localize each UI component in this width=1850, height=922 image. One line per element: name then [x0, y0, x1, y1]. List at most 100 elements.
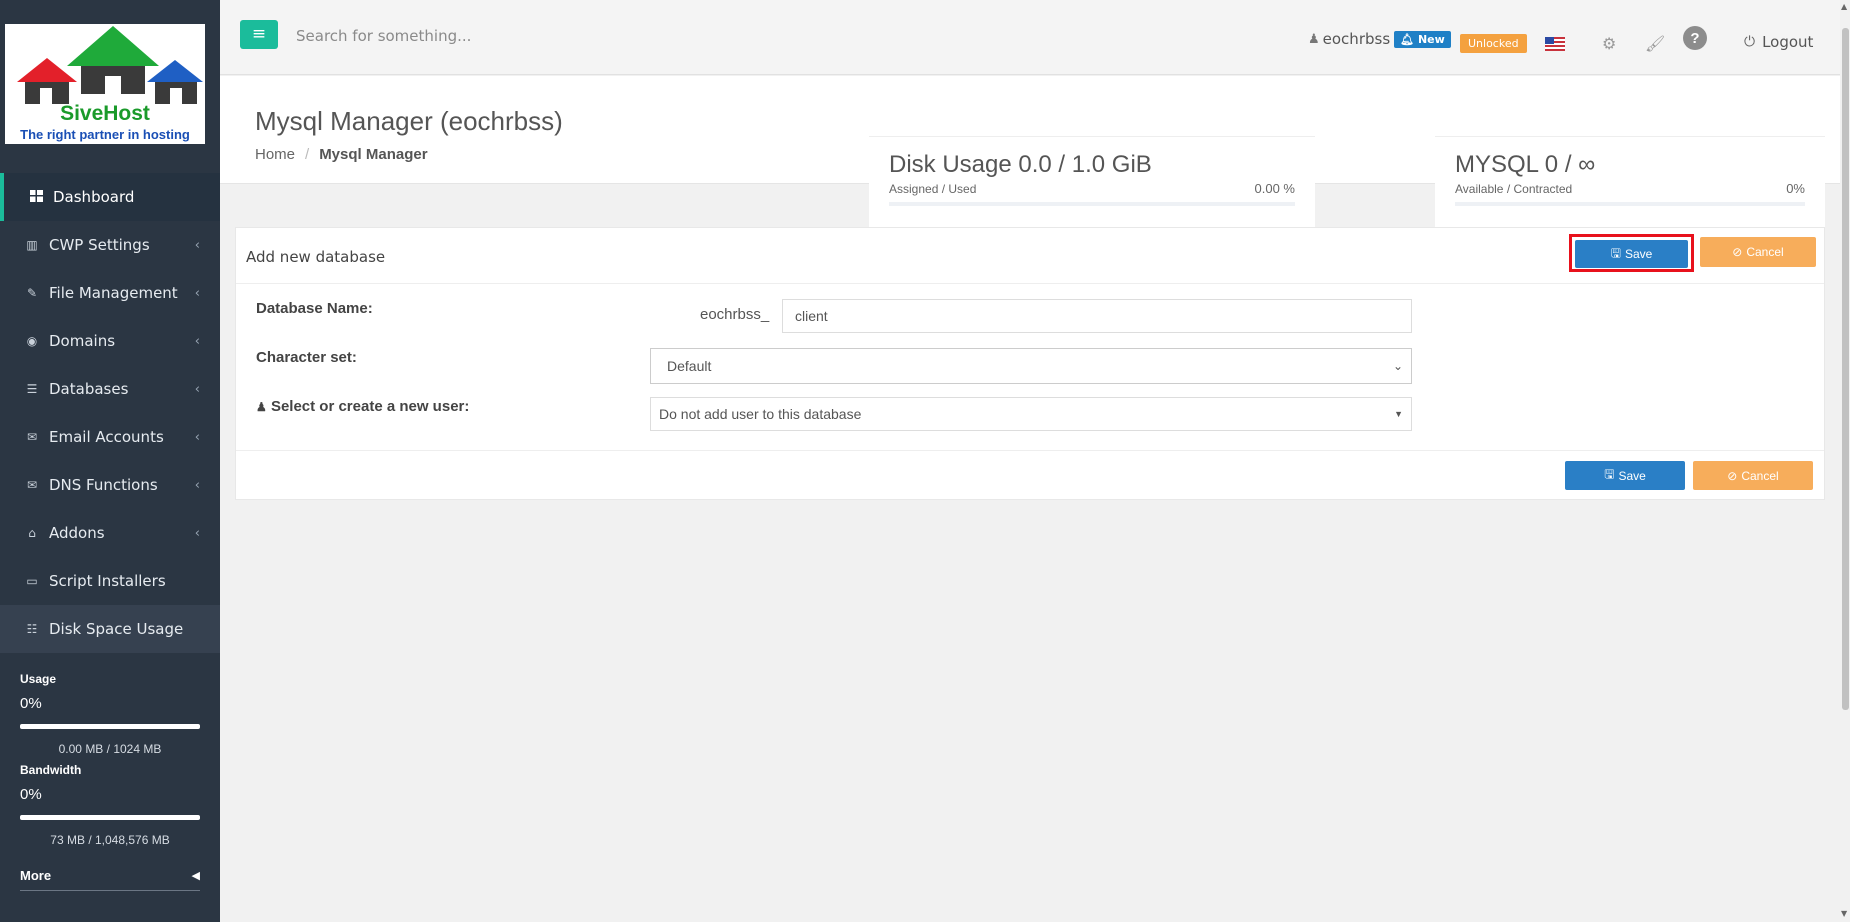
sidebar-item-disk-space-usage[interactable]: ☷ Disk Space Usage: [0, 605, 220, 653]
globe-icon: ◉: [26, 334, 38, 348]
user-select-value: Do not add user to this database: [659, 406, 862, 422]
logout-label: Logout: [1762, 33, 1814, 51]
cancel-button-bottom[interactable]: ⊘ Cancel: [1693, 461, 1813, 490]
edit-icon: ✎: [26, 286, 38, 300]
menu-toggle-button[interactable]: ≡: [240, 20, 278, 49]
panel-header: Add new database 🖫︎ Save ⊘ Cancel: [236, 228, 1824, 284]
bank-icon: ⌂: [28, 526, 36, 540]
logo[interactable]: SiveHost The right partner in hosting: [5, 24, 205, 144]
more-toggle[interactable]: More ◀: [20, 861, 200, 891]
sidebar-item-label: DNS Functions: [49, 476, 158, 494]
us-flag-icon: [1545, 37, 1565, 51]
drive-icon: ☷: [26, 622, 38, 636]
breadcrumb-current: Mysql Manager: [319, 146, 428, 163]
chevron-left-icon: ‹: [194, 525, 200, 541]
settings-button[interactable]: ⚙: [1602, 34, 1616, 53]
unlocked-badge-wrap[interactable]: Unlocked: [1460, 34, 1527, 53]
db-name-label: Database Name:: [256, 300, 373, 317]
db-name-prefix: eochrbss_: [700, 306, 770, 323]
panel-footer: 🖫︎ Save ⊘ Cancel: [236, 450, 1824, 500]
panel-title: Add new database: [246, 248, 386, 266]
sidebar-item-dashboard[interactable]: Dashboard: [0, 173, 220, 221]
breadcrumb: Home / Mysql Manager: [255, 146, 428, 163]
ban-icon: ⊘: [1732, 245, 1743, 259]
sidebar-item-label: File Management: [49, 284, 178, 302]
sidebar-item-label: Databases: [49, 380, 129, 398]
sidebar: SiveHost The right partner in hosting Da…: [0, 0, 220, 922]
help-button[interactable]: ?: [1683, 26, 1707, 50]
floppy-icon: 🖫︎: [1604, 467, 1615, 481]
disk-usage-bar: [889, 202, 1295, 206]
charset-select[interactable]: Default ⌄: [650, 348, 1412, 384]
sidebar-item-label: CWP Settings: [49, 236, 150, 254]
sidebar-item-dns-functions[interactable]: ✉ DNS Functions ‹: [0, 461, 220, 509]
user-menu[interactable]: ♟ eochrbss 🔔︎ New: [1308, 30, 1451, 48]
save-button-bottom[interactable]: 🖫︎ Save: [1565, 461, 1685, 490]
sidebar-item-databases[interactable]: ☰ Databases ‹: [0, 365, 220, 413]
cogs-icon: ⚙: [1602, 34, 1617, 53]
svg-text:?: ?: [1690, 30, 1699, 47]
sidebar-item-domains[interactable]: ◉ Domains ‹: [0, 317, 220, 365]
disk-usage-sub: Assigned / Used: [889, 182, 977, 196]
sidebar-item-label: Domains: [49, 332, 116, 350]
username: eochrbss: [1322, 30, 1391, 48]
sidebar-item-addons[interactable]: ⌂ Addons ‹: [0, 509, 220, 557]
disk-usage-percent: 0.00 %: [1254, 181, 1295, 196]
chevron-left-icon: ‹: [194, 477, 200, 493]
usage-progress-bar: [20, 724, 200, 729]
more-label: More: [20, 868, 52, 883]
bandwidth-percent: 0%: [20, 786, 42, 803]
save-button[interactable]: 🖫︎ Save: [1575, 240, 1688, 268]
search-input[interactable]: [296, 22, 696, 50]
floppy-icon: 🖫︎: [1610, 245, 1621, 260]
mysql-bar: [1455, 202, 1805, 206]
chart-icon: ▥: [26, 238, 38, 252]
language-selector[interactable]: [1545, 37, 1565, 51]
user-icon: ♟: [256, 400, 267, 414]
question-circle-icon: ?: [1683, 26, 1707, 50]
chevron-down-icon: ⌄: [1392, 359, 1403, 373]
envelope-icon: ✉: [26, 478, 38, 492]
sidebar-item-label: Disk Space Usage: [49, 620, 184, 638]
disk-usage-card: Disk Usage 0.0 / 1.0 GiB Assigned / Used…: [869, 136, 1315, 228]
caret-down-icon: ▼: [1394, 409, 1403, 419]
envelope-icon: ✉: [26, 430, 38, 444]
monitor-icon: ▭: [26, 574, 38, 588]
scrollbar-thumb[interactable]: [1842, 28, 1849, 710]
charset-label: Character set:: [256, 349, 357, 366]
breadcrumb-separator: /: [305, 146, 310, 163]
sidebar-item-email-accounts[interactable]: ✉ Email Accounts ‹: [0, 413, 220, 461]
logout-button[interactable]: ⏻ Logout: [1744, 33, 1813, 51]
chevron-left-icon: ‹: [194, 429, 200, 445]
top-header: ≡ ♟ eochrbss 🔔︎ New Unlocked ⚙ 🖌︎ ? ⏻ Lo…: [220, 0, 1840, 75]
theme-button[interactable]: 🖌︎: [1645, 34, 1665, 53]
brand-name: SiveHost: [60, 102, 150, 125]
scroll-down-arrow-icon[interactable]: ▼: [1841, 909, 1847, 918]
page-title: Mysql Manager (eochrbss): [255, 106, 563, 136]
cancel-button[interactable]: ⊘ Cancel: [1700, 237, 1816, 267]
sidebar-item-file-management[interactable]: ✎ File Management ‹: [0, 269, 220, 317]
bandwidth-label: Bandwidth: [20, 763, 82, 777]
breadcrumb-home[interactable]: Home: [255, 146, 295, 163]
sidebar-item-label: Script Installers: [49, 572, 166, 590]
mysql-percent: 0%: [1786, 181, 1805, 196]
disk-usage-title: Disk Usage 0.0 / 1.0 GiB: [889, 151, 1152, 178]
new-badge[interactable]: 🔔︎ New: [1394, 30, 1451, 48]
chevron-left-icon: ‹: [194, 285, 200, 301]
user-select-label: ♟ Select or create a new user:: [256, 398, 470, 415]
mysql-title: MYSQL 0 / ∞: [1455, 151, 1596, 178]
mysql-card: MYSQL 0 / ∞ Available / Contracted 0%: [1435, 136, 1825, 228]
sidebar-item-label: Dashboard: [53, 188, 135, 206]
sidebar-item-label: Email Accounts: [49, 428, 164, 446]
brand-tagline: The right partner in hosting: [20, 127, 190, 142]
user-select[interactable]: Do not add user to this database ▼: [650, 397, 1412, 431]
bandwidth-progress-bar: [20, 815, 200, 820]
sidebar-item-cwp-settings[interactable]: ▥ CWP Settings ‹: [0, 221, 220, 269]
database-icon: ☰: [26, 382, 38, 396]
sidebar-item-script-installers[interactable]: ▭ Script Installers: [0, 557, 220, 605]
caret-left-icon: ◀: [191, 869, 200, 882]
chevron-left-icon: ‹: [194, 333, 200, 349]
db-name-input[interactable]: client: [782, 299, 1412, 333]
usage-label: Usage: [20, 672, 57, 686]
scroll-up-arrow-icon[interactable]: ▲: [1841, 2, 1847, 11]
